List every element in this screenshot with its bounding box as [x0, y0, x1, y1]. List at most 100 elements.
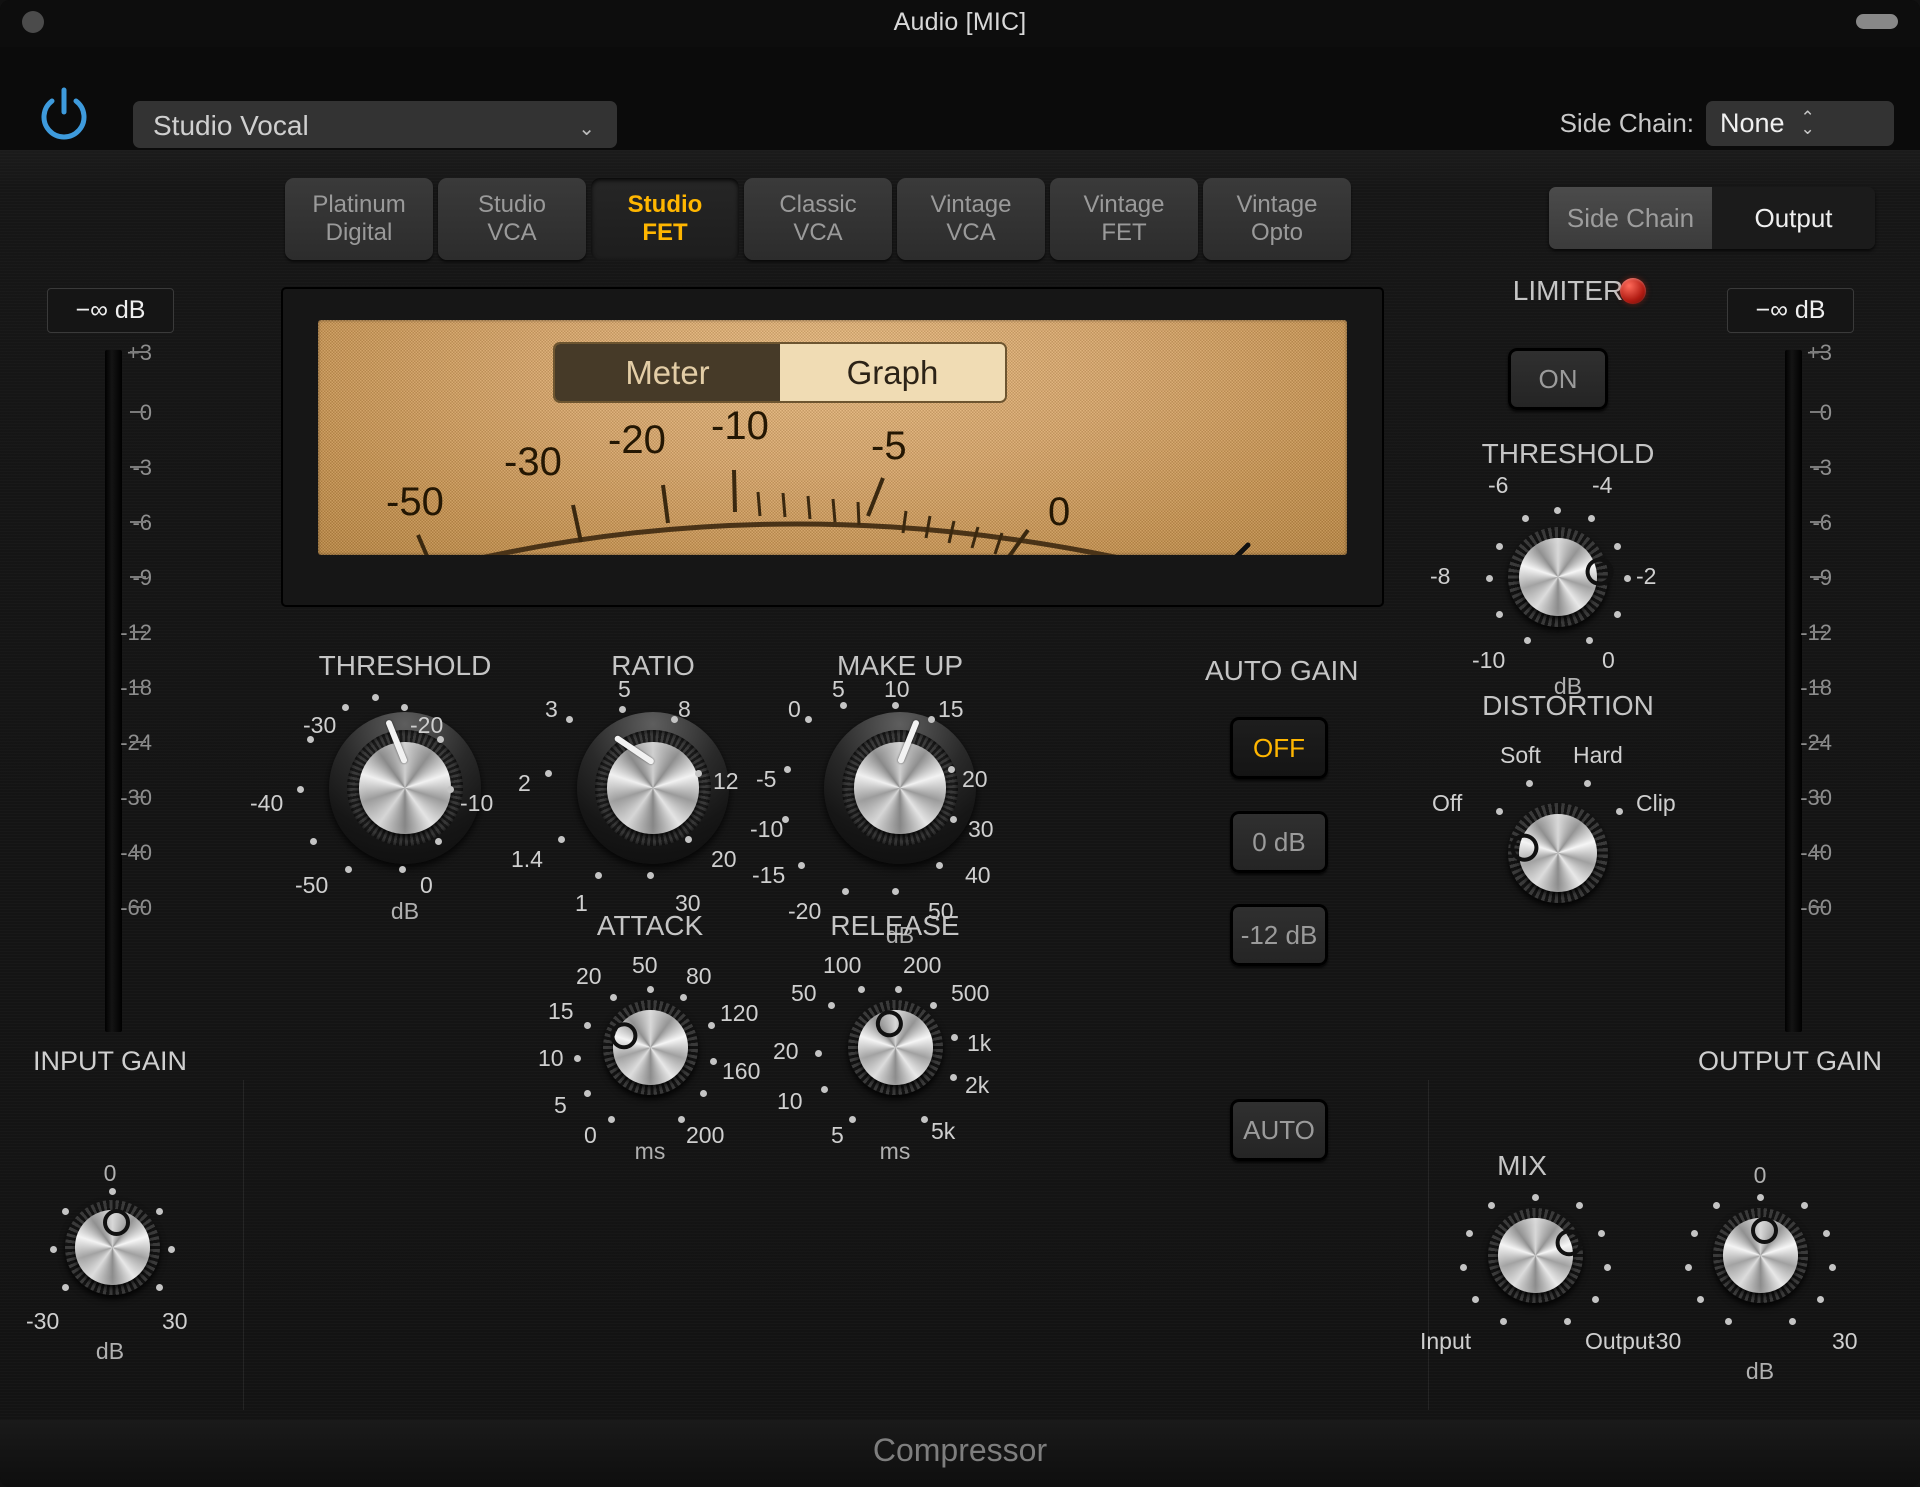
output-gain-max-label: 30 — [1832, 1328, 1858, 1354]
distortion-label-off: Off — [1432, 790, 1463, 816]
makeup-label--10: -10 — [750, 816, 784, 842]
makeup-label-5: 5 — [832, 676, 845, 702]
release-label-500: 500 — [951, 980, 990, 1006]
input-gain-max-label: 30 — [162, 1308, 188, 1334]
limiter-threshold-title: THRESHOLD — [1481, 438, 1655, 469]
output-gain-knob[interactable] — [1713, 1208, 1808, 1303]
input-gain-top-label: 0 — [103, 1160, 117, 1186]
auto-gain-off-button[interactable]: OFF — [1230, 717, 1328, 779]
panel-divider-right — [1428, 1080, 1429, 1410]
mix-knob[interactable] — [1488, 1208, 1589, 1303]
auto-gain-title: AUTO GAIN — [1205, 655, 1359, 686]
ratio-label-20: 20 — [711, 846, 737, 872]
model-tab-classic-vca[interactable]: Classic VCA — [744, 178, 892, 260]
makeup-knob[interactable] — [824, 712, 976, 864]
model-line2: VCA — [946, 219, 996, 246]
attack-label-20: 20 — [576, 963, 602, 989]
model-line1: Vintage — [930, 190, 1012, 218]
limiter-threshold-knob[interactable] — [1508, 527, 1619, 627]
model-line1: Studio — [627, 190, 703, 218]
side-chain-select[interactable]: None ⌃ ⌄ — [1706, 101, 1894, 146]
release-knob[interactable] — [848, 1000, 943, 1095]
makeup-label-20: 20 — [962, 766, 988, 792]
side-chain-value: None — [1720, 108, 1785, 138]
panel-divider-left — [243, 1080, 244, 1410]
preset-selector[interactable]: Studio Vocal ⌄ — [133, 101, 617, 148]
plugin-body: Platinum Digital Studio VCA Studio FET C… — [0, 150, 1920, 1420]
attack-label-5: 5 — [554, 1092, 567, 1118]
resize-handle-icon[interactable] — [1856, 14, 1898, 29]
threshold-label-0: 0 — [420, 872, 433, 898]
knob-cap — [607, 742, 699, 834]
title-bar: Audio [MIC] — [0, 0, 1920, 47]
threshold-label--30: -30 — [303, 712, 337, 738]
limiter-led-indicator — [1620, 278, 1646, 304]
vu-label--10: -10 — [711, 404, 769, 448]
tab-output[interactable]: Output — [1712, 187, 1875, 249]
attack-title: ATTACK — [596, 910, 704, 941]
mix-label-output: Output — [1585, 1328, 1655, 1354]
release-knob-group: RELEASE 100 200 50 500 20 1k 10 2k 5 5k … — [755, 910, 1035, 1164]
release-title: RELEASE — [830, 910, 960, 941]
model-tab-vintage-opto[interactable]: Vintage Opto — [1203, 178, 1351, 260]
tab-side-chain[interactable]: Side Chain — [1549, 187, 1712, 249]
auto-release-button[interactable]: AUTO — [1230, 1099, 1328, 1161]
makeup-label-10: 10 — [884, 676, 910, 702]
model-tab-studio-vca[interactable]: Studio VCA — [438, 178, 586, 260]
compressor-model-tabs: Platinum Digital Studio VCA Studio FET C… — [285, 178, 1351, 260]
model-line2: FET — [1101, 219, 1147, 246]
vu-label--50: -50 — [386, 480, 444, 524]
model-tab-vintage-vca[interactable]: Vintage VCA — [897, 178, 1045, 260]
mix-title: MIX — [1497, 1150, 1547, 1181]
attack-knob[interactable] — [603, 1000, 698, 1095]
distortion-label-clip: Clip — [1636, 790, 1676, 816]
model-line1: Classic — [779, 190, 857, 218]
stepper-icon: ⌃⌄ — [1800, 107, 1815, 138]
makeup-label-30: 30 — [968, 816, 994, 842]
vu-label--5: -5 — [871, 424, 907, 468]
auto-gain-minus12db-button[interactable]: -12 dB — [1230, 904, 1328, 966]
plugin-footer: Compressor — [0, 1420, 1920, 1487]
meter-mode-button[interactable]: Meter — [555, 344, 780, 401]
attack-label-15: 15 — [548, 998, 574, 1024]
model-tab-platinum-digital[interactable]: Platinum Digital — [285, 178, 433, 260]
output-gain-label: OUTPUT GAIN — [1697, 1046, 1883, 1076]
input-gain-knob-group: 0 -30 30 dB — [10, 1160, 210, 1370]
model-tab-studio-fet[interactable]: Studio FET — [591, 178, 739, 260]
makeup-label--15: -15 — [752, 862, 786, 888]
graph-mode-button[interactable]: Graph — [780, 344, 1005, 401]
attack-label-10: 10 — [538, 1045, 564, 1071]
input-gain-unit: dB — [95, 1338, 125, 1364]
auto-gain-group: AUTO GAIN OFF 0 dB -12 dB AUTO — [1195, 655, 1395, 1195]
output-level-readout: −∞ dB — [1727, 288, 1854, 333]
limiter-on-button[interactable]: ON — [1508, 348, 1608, 410]
model-line2: FET — [642, 219, 688, 246]
threshold-unit: dB — [390, 898, 420, 924]
model-line2: Digital — [325, 219, 393, 246]
threshold-label--20: -20 — [410, 712, 444, 738]
attack-label-50: 50 — [632, 952, 658, 978]
ratio-label-3: 3 — [545, 696, 558, 722]
threshold-knob[interactable] — [329, 712, 481, 864]
ratio-label-5: 5 — [618, 676, 631, 702]
model-tab-vintage-fet[interactable]: Vintage FET — [1050, 178, 1198, 260]
distortion-knob[interactable] — [1505, 803, 1608, 903]
ratio-label-2: 2 — [518, 770, 531, 796]
vu-label-0: 0 — [1048, 490, 1071, 534]
ratio-label-1-4: 1.4 — [511, 846, 543, 872]
release-label-1k: 1k — [967, 1030, 992, 1056]
side-chain-label: Side Chain: — [1559, 108, 1694, 138]
ratio-knob[interactable] — [577, 712, 729, 864]
auto-gain-0db-button[interactable]: 0 dB — [1230, 811, 1328, 873]
output-gain-unit: dB — [1745, 1358, 1775, 1384]
plugin-header: Studio Vocal ⌄ ‹ › Compare Copy Paste Un… — [0, 47, 1920, 205]
release-label-20: 20 — [773, 1038, 799, 1064]
vu-meter-face[interactable]: -50 -30 -20 -10 -5 0 Meter Graph — [318, 320, 1347, 555]
threshold-title: THRESHOLD — [318, 650, 492, 681]
vu-label--20: -20 — [608, 418, 666, 462]
threshold-knob-group: THRESHOLD -30 -20 -40 -10 -50 0 dB — [250, 650, 545, 940]
distortion-label-hard: Hard — [1573, 742, 1623, 768]
power-icon[interactable] — [36, 85, 92, 141]
input-gain-knob[interactable] — [65, 1200, 160, 1295]
ratio-label-8: 8 — [678, 696, 691, 722]
